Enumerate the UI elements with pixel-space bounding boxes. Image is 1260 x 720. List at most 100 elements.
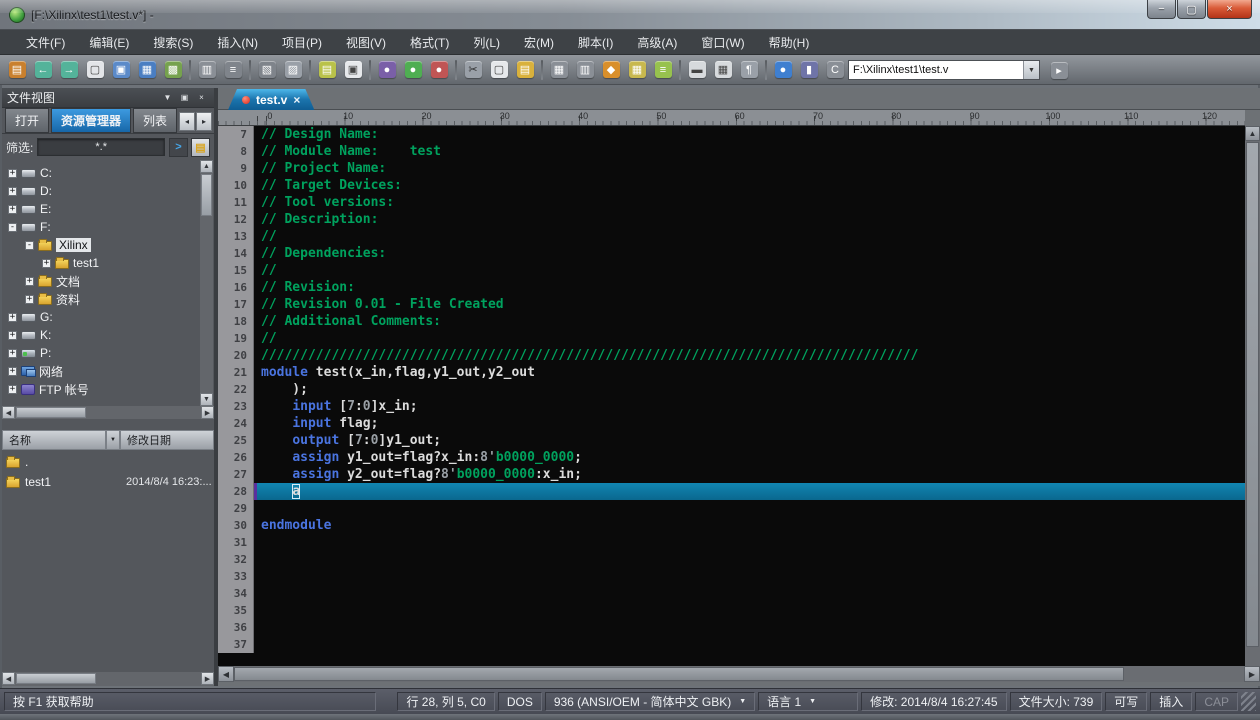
web-red-button[interactable]: ●	[427, 58, 451, 82]
code-line[interactable]: 27 assign y2_out=flag?8'b0000_0000:x_in;	[218, 466, 1245, 483]
tab-scroll-left-icon[interactable]: ◂	[179, 112, 195, 131]
code-line[interactable]: 29	[218, 500, 1245, 517]
open-in-browser-button[interactable]: ▸	[1047, 58, 1071, 82]
scroll-thumb[interactable]	[16, 407, 86, 418]
compare-files-button[interactable]: ▬	[685, 58, 709, 82]
code-line[interactable]: 24 input flag;	[218, 415, 1245, 432]
scroll-thumb[interactable]	[201, 174, 212, 216]
replace-button[interactable]: ▧	[255, 58, 279, 82]
file-path-input[interactable]	[849, 61, 1023, 79]
apply-filter-button[interactable]: >	[169, 138, 188, 157]
document-map-button[interactable]: ▮	[797, 58, 821, 82]
syntax-highlight-button[interactable]: ▤	[315, 58, 339, 82]
new-file-button[interactable]: ▢	[83, 58, 107, 82]
code-line[interactable]: 17// Revision 0.01 - File Created	[218, 296, 1245, 313]
refresh-button[interactable]: C	[823, 58, 847, 82]
web-purple-button[interactable]: ●	[375, 58, 399, 82]
tree-item-C:[interactable]: +C:	[2, 164, 200, 182]
menu-宏(M)[interactable]: 宏(M)	[512, 31, 566, 54]
code-line[interactable]: 8// Module Name: test	[218, 143, 1245, 160]
code-fold-list-button[interactable]: ▣	[341, 58, 365, 82]
web-green-button[interactable]: ●	[401, 58, 425, 82]
dropdown-icon[interactable]: ▼	[739, 698, 746, 705]
save-file-button[interactable]: ▦	[135, 58, 159, 82]
expand-toggle-icon[interactable]: +	[25, 295, 34, 304]
code-line[interactable]: 15//	[218, 262, 1245, 279]
menu-高级(A)[interactable]: 高级(A)	[625, 31, 689, 54]
word-wrap-button[interactable]: ¶	[737, 58, 761, 82]
code-line[interactable]: 26 assign y1_out=flag?x_in:8'b0000_0000;	[218, 449, 1245, 466]
minimize-button[interactable]: −	[1147, 0, 1176, 19]
tree-item-资料[interactable]: +资料	[2, 290, 200, 308]
tree-item-D:[interactable]: +D:	[2, 182, 200, 200]
column-name[interactable]: 名称	[2, 430, 106, 450]
scroll-left-icon[interactable]: ◀	[2, 672, 15, 685]
code-line[interactable]: 31	[218, 534, 1245, 551]
print-button[interactable]: ▩	[161, 58, 185, 82]
scroll-up-icon[interactable]: ▲	[200, 160, 213, 173]
dropdown-icon[interactable]: ▼	[809, 698, 816, 705]
scroll-left-icon[interactable]: ◀	[218, 666, 234, 682]
scroll-thumb[interactable]	[1246, 142, 1259, 647]
expand-toggle-icon[interactable]: -	[8, 223, 17, 232]
code-line[interactable]: 25 output [7:0]y1_out;	[218, 432, 1245, 449]
menu-视图(V)[interactable]: 视图(V)	[334, 31, 398, 54]
status-encoding[interactable]: 936 (ANSI/OEM - 简体中文 GBK)▼	[545, 692, 755, 711]
expand-toggle-icon[interactable]: +	[8, 313, 17, 322]
menu-插入(N)[interactable]: 插入(N)	[205, 31, 270, 54]
code-line[interactable]: 33	[218, 568, 1245, 585]
tree-item-K:[interactable]: +K:	[2, 326, 200, 344]
outline-button[interactable]: ≡	[651, 58, 675, 82]
code-editor[interactable]: 7// Design Name: 8// Module Name: test 9…	[218, 126, 1245, 666]
status-insert-mode[interactable]: 插入	[1150, 692, 1192, 711]
status-file-size[interactable]: 文件大小: 739	[1010, 692, 1103, 711]
code-line[interactable]: 7// Design Name:	[218, 126, 1245, 143]
code-line[interactable]: 16// Revision:	[218, 279, 1245, 296]
open-file-button[interactable]: ▣	[109, 58, 133, 82]
paste-button[interactable]: ▤	[513, 58, 537, 82]
status-line-ending[interactable]: DOS	[498, 692, 542, 711]
code-line[interactable]: 19//	[218, 330, 1245, 347]
tree-item-G:[interactable]: +G:	[2, 308, 200, 326]
scroll-thumb[interactable]	[234, 667, 1124, 681]
code-line[interactable]: 10// Target Devices:	[218, 177, 1245, 194]
editor-vertical-scrollbar[interactable]: ▲ ▼	[1245, 126, 1260, 682]
panel-dropdown-icon[interactable]: ▼	[160, 91, 175, 105]
code-line[interactable]: 9// Project Name:	[218, 160, 1245, 177]
tree-item-文档[interactable]: +文档	[2, 272, 200, 290]
forward-button[interactable]: →	[57, 58, 81, 82]
tree-horizontal-scrollbar[interactable]: ◀ ▶	[2, 406, 214, 419]
window-list-button[interactable]: ▦	[711, 58, 735, 82]
copy-button[interactable]: ▢	[487, 58, 511, 82]
scroll-left-icon[interactable]: ◀	[2, 406, 15, 419]
code-line[interactable]: 12// Description:	[218, 211, 1245, 228]
expand-toggle-icon[interactable]: +	[8, 205, 17, 214]
tree-item-Xilinx[interactable]: -Xilinx	[2, 236, 200, 254]
panel-pin-icon[interactable]: ▣	[177, 91, 192, 105]
menu-列(L)[interactable]: 列(L)	[461, 31, 512, 54]
status-caps-lock[interactable]: CAP	[1195, 692, 1238, 711]
find-button[interactable]: ≡	[221, 58, 245, 82]
code-line[interactable]: 22 );	[218, 381, 1245, 398]
back-button[interactable]: ←	[31, 58, 55, 82]
code-line[interactable]: 23 input [7:0]x_in;	[218, 398, 1245, 415]
tree-item-E:[interactable]: +E:	[2, 200, 200, 218]
expand-toggle-icon[interactable]: -	[25, 241, 34, 250]
menu-搜索(S)[interactable]: 搜索(S)	[141, 31, 205, 54]
scroll-right-icon[interactable]: ▶	[201, 406, 214, 419]
path-dropdown-icon[interactable]: ▼	[1023, 61, 1039, 79]
favorites-button[interactable]: ▤	[5, 58, 29, 82]
expand-toggle-icon[interactable]: +	[8, 331, 17, 340]
tab-scroll-right-icon[interactable]: ▸	[196, 112, 212, 131]
tree-item-test1[interactable]: +test1	[2, 254, 200, 272]
file-list-item[interactable]: .	[2, 452, 214, 472]
expand-toggle-icon[interactable]: +	[42, 259, 51, 268]
bookmark-button[interactable]: ◆	[599, 58, 623, 82]
panel-horizontal-scrollbar[interactable]: ◀ ▶	[2, 672, 214, 686]
menu-编辑(E)[interactable]: 编辑(E)	[77, 31, 141, 54]
code-line[interactable]: 11// Tool versions:	[218, 194, 1245, 211]
panel-tab-列表[interactable]: 列表	[133, 108, 177, 133]
function-list-button[interactable]: ▦	[547, 58, 571, 82]
template-list-button[interactable]: ▦	[625, 58, 649, 82]
code-line[interactable]: 30endmodule	[218, 517, 1245, 534]
